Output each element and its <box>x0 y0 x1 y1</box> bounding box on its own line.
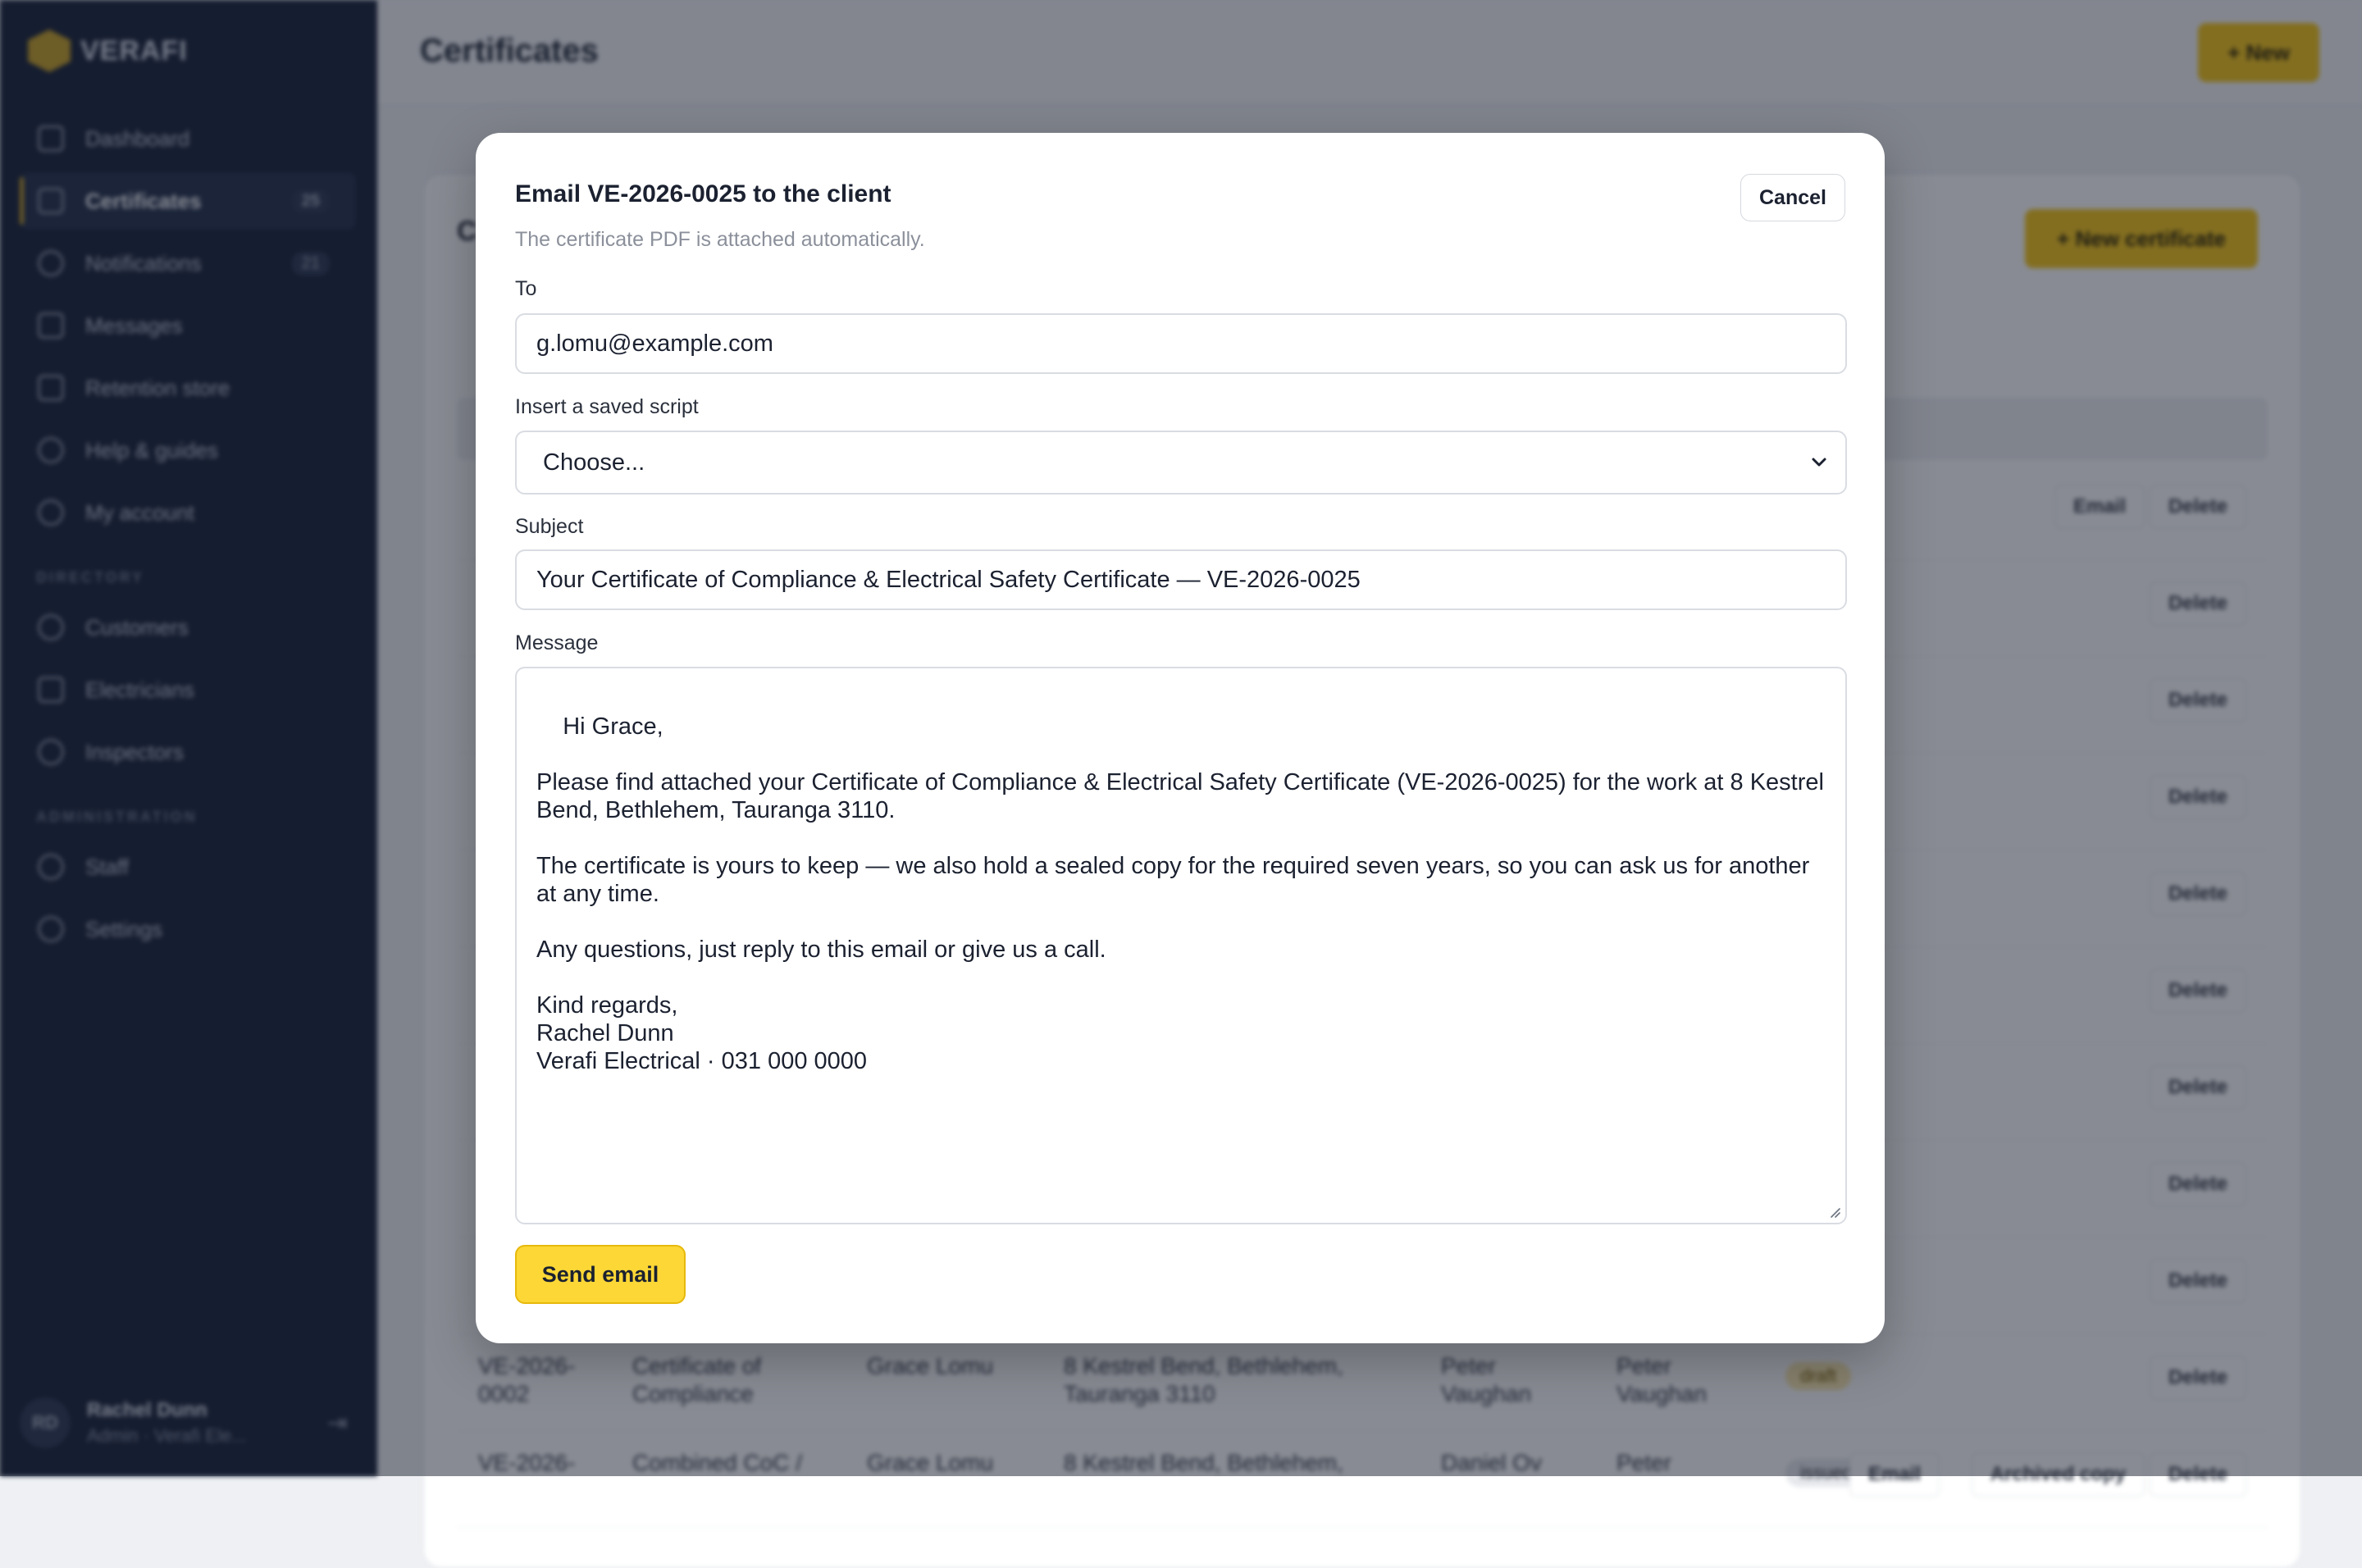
cancel-button[interactable]: Cancel <box>1740 174 1845 221</box>
message-textarea[interactable]: Hi Grace, Please find attached your Cert… <box>515 667 1847 1224</box>
script-label: Insert a saved script <box>515 395 699 418</box>
saved-script-value: Choose... <box>543 449 645 476</box>
to-input[interactable]: g.lomu@example.com <box>515 313 1847 374</box>
to-label: To <box>515 277 537 300</box>
to-value: g.lomu@example.com <box>536 330 773 357</box>
subject-input[interactable]: Your Certificate of Compliance & Electri… <box>515 549 1847 610</box>
chevron-down-icon <box>1812 458 1826 467</box>
saved-script-select[interactable]: Choose... <box>515 431 1847 495</box>
modal-subtitle: The certificate PDF is attached automati… <box>515 228 925 251</box>
email-modal: Email VE-2026-0025 to the client The cer… <box>476 133 1885 1343</box>
subject-label: Subject <box>515 515 584 538</box>
message-label: Message <box>515 631 599 654</box>
resize-handle-icon[interactable] <box>1827 1205 1840 1218</box>
modal-title: Email VE-2026-0025 to the client <box>515 180 891 207</box>
message-value: Hi Grace, Please find attached your Cert… <box>536 713 1824 1074</box>
subject-value: Your Certificate of Compliance & Electri… <box>536 566 1361 593</box>
send-email-button[interactable]: Send email <box>515 1245 686 1304</box>
